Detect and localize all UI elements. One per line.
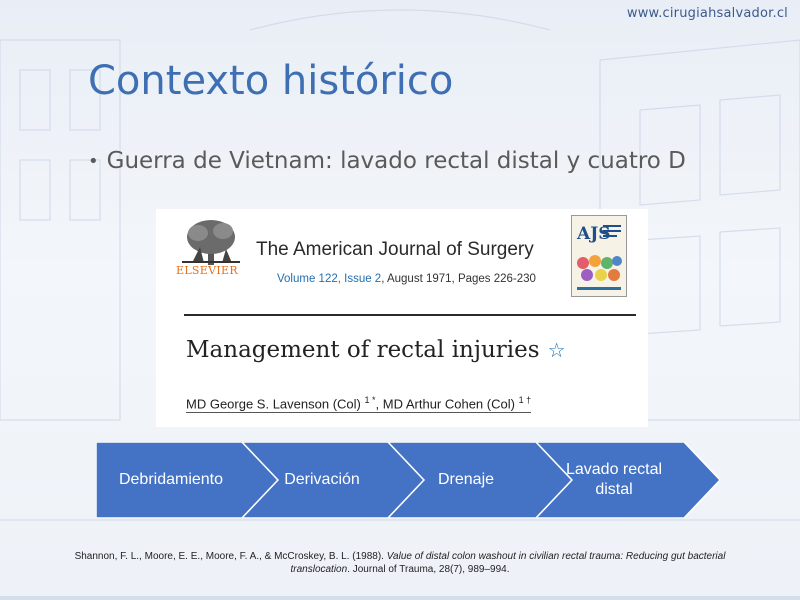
author-separator: , [375, 396, 383, 412]
article-title: Management of rectal injuries ☆ [186, 337, 566, 363]
author-1-marks: 1 * [364, 395, 376, 405]
journal-name: The American Journal of Surgery [256, 239, 534, 260]
author-2-marks: 1 † [518, 395, 532, 405]
volume-issue-link[interactable]: Volume 122, Issue 2 [277, 273, 381, 285]
bullet-dot-icon: • [88, 150, 99, 172]
author-1[interactable]: MD George S. Lavenson (Col) [186, 396, 361, 411]
card-divider [184, 314, 636, 316]
bullet-item: • Guerra de Vietnam: lavado rectal dista… [88, 148, 686, 174]
elsevier-tree-logo-icon [182, 220, 240, 265]
bullet-text: Guerra de Vietnam: lavado rectal distal … [106, 148, 686, 174]
article-title-text: Management of rectal injuries [186, 337, 540, 363]
citation-source: . Journal of Trauma, 28(7), 989–994. [347, 564, 510, 575]
article-screenshot: ELSEVIER The American Journal of Surgery… [156, 209, 648, 427]
step-debridamiento: Debridamiento [118, 471, 224, 488]
author-2[interactable]: MD Arthur Cohen (Col) [383, 396, 515, 411]
reference-citation: Shannon, F. L., Moore, E. E., Moore, F. … [60, 550, 740, 576]
elsevier-wordmark: ELSEVIER [176, 264, 238, 277]
journal-cover-image: AJS [571, 215, 627, 297]
website-url: www.cirugiahsalvador.cl [626, 6, 788, 21]
step-derivacion: Derivación [284, 471, 360, 488]
citation-authors: Shannon, F. L., Moore, E. E., Moore, F. … [74, 551, 387, 562]
slide-title: Contexto histórico [88, 58, 454, 104]
article-authors: MD George S. Lavenson (Col) 1 *, MD Arth… [186, 395, 532, 414]
step-lavado-rectal-distal: Lavado rectal distal [565, 461, 663, 498]
star-icon[interactable]: ☆ [548, 338, 566, 362]
date-pages: , August 1971, Pages 226-230 [381, 273, 536, 285]
process-flow: Debridamiento Derivación Drenaje Lavado … [96, 442, 720, 518]
journal-details: Volume 122, Issue 2, August 1971, Pages … [277, 273, 536, 285]
step-drenaje: Drenaje [437, 471, 495, 488]
slide: www.cirugiahsalvador.cl Contexto históri… [0, 0, 800, 600]
